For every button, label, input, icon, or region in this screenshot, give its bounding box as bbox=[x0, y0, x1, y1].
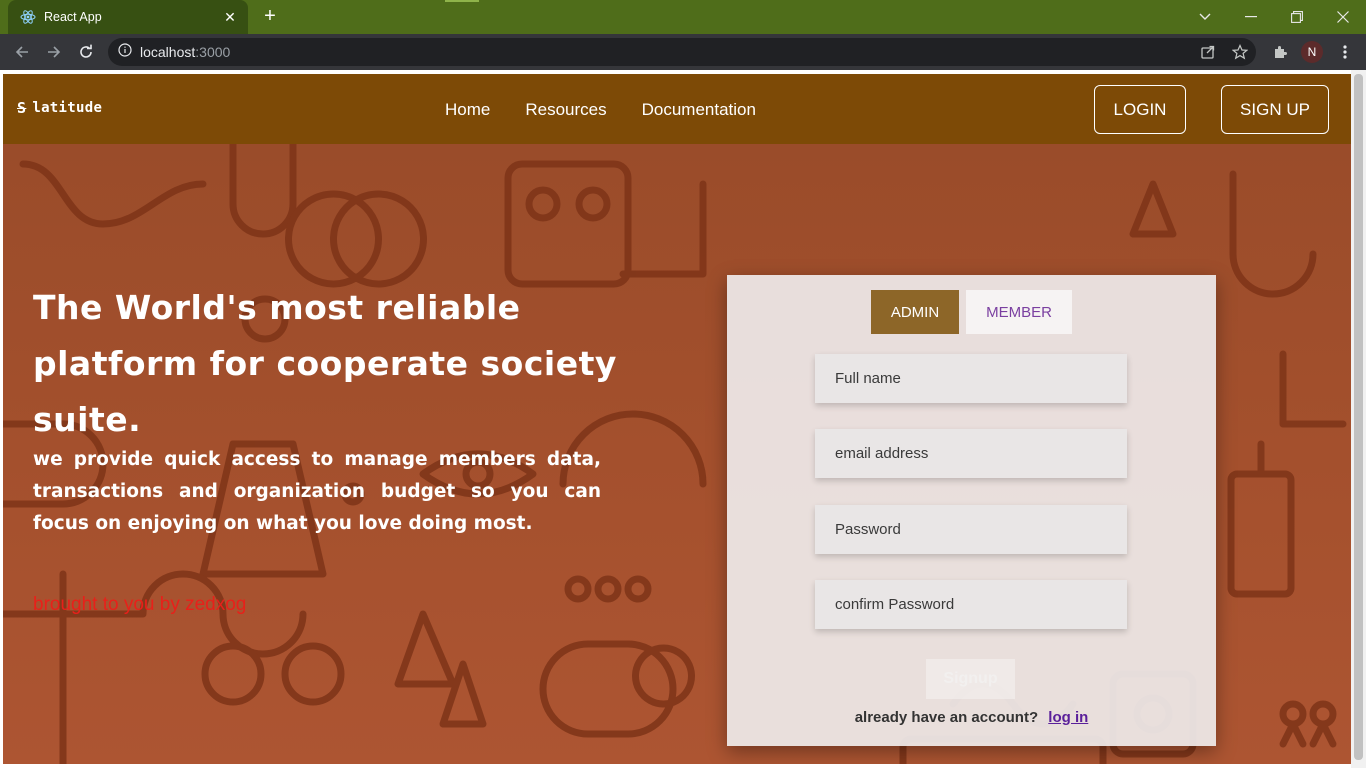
react-logo-icon bbox=[20, 9, 36, 25]
login-link[interactable]: log in bbox=[1048, 709, 1088, 726]
logo-text: latitude bbox=[32, 100, 103, 116]
nav-documentation[interactable]: Documentation bbox=[642, 100, 756, 120]
tab-strip-accent bbox=[445, 0, 479, 2]
bookmark-star-icon[interactable] bbox=[1228, 40, 1252, 64]
main-nav: Home Resources Documentation bbox=[445, 100, 791, 120]
tab-admin[interactable]: ADMIN bbox=[871, 290, 959, 334]
tab-title: React App bbox=[44, 10, 102, 24]
role-tabs: ADMIN MEMBER bbox=[871, 290, 1072, 334]
forward-icon[interactable] bbox=[42, 40, 66, 64]
tab-member[interactable]: MEMBER bbox=[966, 290, 1072, 334]
restore-icon[interactable] bbox=[1274, 0, 1320, 34]
extensions-icon[interactable] bbox=[1268, 40, 1292, 64]
signup-submit-button[interactable]: Signup bbox=[926, 659, 1015, 699]
page-scrollbar[interactable] bbox=[1351, 70, 1366, 768]
browser-tab-strip: React App ✕ + bbox=[0, 0, 1366, 34]
url-text: localhost:3000 bbox=[140, 44, 231, 60]
email-input[interactable] bbox=[815, 429, 1127, 478]
scrollbar-thumb[interactable] bbox=[1354, 74, 1363, 760]
new-tab-button[interactable]: + bbox=[258, 5, 282, 29]
minimize-icon[interactable] bbox=[1228, 0, 1274, 34]
full-name-input[interactable] bbox=[815, 354, 1127, 403]
browser-toolbar: localhost:3000 bbox=[0, 34, 1366, 70]
nav-home[interactable]: Home bbox=[445, 100, 490, 120]
signup-header-button[interactable]: SIGN UP bbox=[1221, 85, 1329, 134]
hero-credit: brought to you by zedxog bbox=[33, 594, 247, 615]
tab-search-icon[interactable] bbox=[1182, 0, 1228, 34]
confirm-password-input[interactable] bbox=[815, 580, 1127, 629]
profile-avatar[interactable]: N bbox=[1301, 41, 1323, 63]
login-prompt-text: already have an account? bbox=[854, 709, 1039, 726]
share-icon[interactable] bbox=[1196, 40, 1220, 64]
browser-menu-icon[interactable] bbox=[1333, 40, 1357, 64]
logo-mark-icon: S bbox=[17, 99, 27, 117]
hero-section: The World's most reliable platform for c… bbox=[3, 144, 1351, 764]
site-header: S latitude Home Resources Documentation … bbox=[3, 74, 1351, 144]
site-info-icon[interactable] bbox=[118, 42, 132, 62]
hero-subtext: we provide quick access to manage member… bbox=[33, 449, 601, 534]
site-logo[interactable]: S latitude bbox=[17, 99, 102, 117]
page-viewport: S latitude Home Resources Documentation … bbox=[3, 74, 1351, 764]
tab-close-icon[interactable]: ✕ bbox=[222, 9, 238, 26]
close-window-icon[interactable] bbox=[1320, 0, 1366, 34]
hero-headline: The World's most reliable platform for c… bbox=[33, 288, 617, 439]
signup-card: ADMIN MEMBER Signup already have an acco… bbox=[727, 275, 1216, 746]
nav-resources[interactable]: Resources bbox=[525, 100, 606, 120]
back-icon[interactable] bbox=[10, 40, 34, 64]
login-prompt: already have an account? log in bbox=[727, 709, 1216, 726]
reload-icon[interactable] bbox=[74, 40, 98, 64]
address-bar[interactable]: localhost:3000 bbox=[108, 38, 1256, 66]
password-input[interactable] bbox=[815, 505, 1127, 554]
login-button[interactable]: LOGIN bbox=[1094, 85, 1186, 134]
browser-tab-active[interactable]: React App ✕ bbox=[8, 0, 248, 34]
